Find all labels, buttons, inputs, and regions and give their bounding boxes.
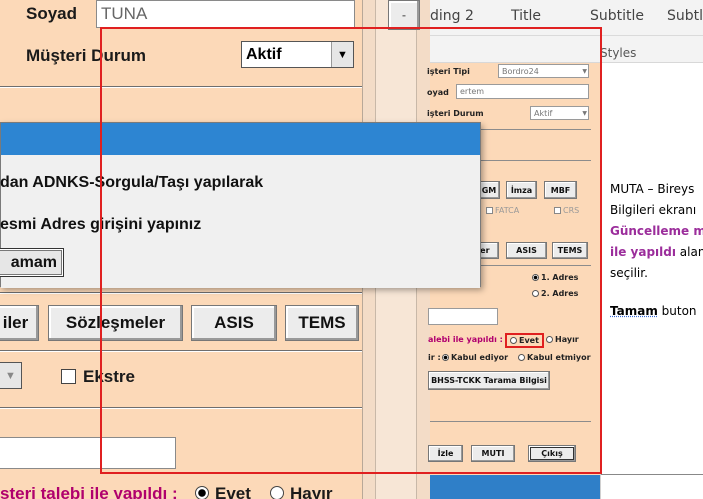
- guncelleme-label: şteri talebi ile yapıldı :: [0, 484, 178, 499]
- word-document[interactable]: MUTA – Bireys Bilgileri ekranı Güncellem…: [601, 63, 703, 474]
- doc-line-2: Bilgileri ekranı: [610, 203, 697, 217]
- style-heading-2[interactable]: ding 2: [430, 8, 474, 24]
- doc-tamam-bold: Tamam: [610, 304, 658, 318]
- hayir-label: Hayır: [290, 484, 333, 499]
- styles-group-label: Styles: [600, 46, 637, 60]
- button-label: iler: [2, 313, 29, 332]
- doc-tamam-rest: buton: [657, 304, 697, 318]
- radio-empty-icon: [270, 486, 284, 499]
- chevron-down-icon: ▼: [0, 363, 21, 388]
- hayir-radio[interactable]: Hayır: [270, 484, 333, 499]
- soyad-label: Soyad: [26, 4, 78, 23]
- style-title[interactable]: Title: [511, 8, 541, 24]
- evet-label: Evet: [215, 484, 251, 499]
- soyad-input[interactable]: TUNA: [96, 0, 355, 28]
- side-button[interactable]: -: [388, 0, 420, 30]
- style-subtle[interactable]: Subtle: [667, 8, 703, 24]
- doc-line-5: seçilir.: [610, 266, 648, 280]
- doc-line-4-rest: alan: [675, 245, 703, 259]
- ekstre-checkbox[interactable]: [61, 369, 76, 384]
- doc-line-4-purple: ile yapıldı: [610, 245, 676, 259]
- radio-checked-icon: [195, 486, 209, 499]
- doc-bottom-area: [601, 474, 703, 499]
- tamam-button[interactable]: amam: [0, 248, 64, 277]
- form-button-iler[interactable]: iler: [0, 305, 39, 341]
- button-label: -: [402, 8, 406, 22]
- doc-line-3: Güncelleme m: [610, 224, 703, 238]
- doc-line-4: ile yapıldı alan: [610, 244, 703, 260]
- button-label: amam: [10, 253, 57, 271]
- evet-radio[interactable]: Evet: [195, 484, 251, 499]
- style-subtitle[interactable]: Subtitle: [590, 8, 644, 24]
- form-select-partial[interactable]: ▼: [0, 362, 22, 389]
- doc-line-tamam: Tamam buton: [610, 303, 697, 319]
- doc-line-1: MUTA – Bireys: [610, 182, 695, 196]
- highlight-rectangle: [100, 27, 602, 474]
- bottom-blue-bar: [430, 475, 601, 499]
